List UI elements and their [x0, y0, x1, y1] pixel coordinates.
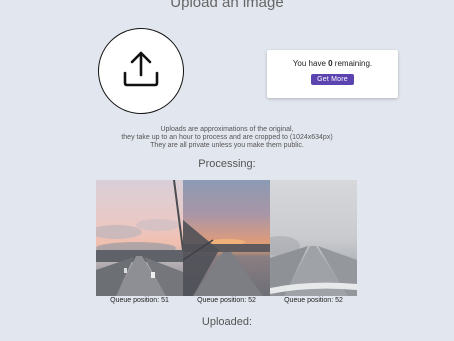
info-line-1: Uploads are approximations of the origin…	[160, 126, 294, 133]
upload-button[interactable]	[98, 28, 184, 114]
queue-position-label: Queue position: 52	[197, 297, 256, 304]
quota-text: You have 0 remaining.	[267, 59, 398, 68]
page-title: Upload an image	[170, 0, 284, 11]
upload-info: Uploads are approximations of the origin…	[0, 126, 454, 150]
processing-thumbnail[interactable]	[270, 180, 357, 296]
quota-suffix: remaining.	[332, 59, 373, 68]
info-line-2: they take up to an hour to process and a…	[121, 134, 333, 141]
processing-gallery	[96, 180, 358, 296]
queue-position-label: Queue position: 51	[110, 297, 169, 304]
processing-thumbnail[interactable]	[183, 180, 270, 296]
quota-card: You have 0 remaining. Get More	[267, 50, 398, 98]
processing-heading: Processing:	[198, 158, 256, 170]
uploaded-heading: Uploaded:	[201, 316, 253, 328]
info-line-3: They are all private unless you make the…	[150, 142, 304, 149]
processing-thumbnail[interactable]	[96, 180, 183, 296]
queue-position-label: Queue position: 52	[284, 297, 343, 304]
get-more-button[interactable]: Get More	[311, 74, 354, 85]
upload-icon	[119, 47, 163, 96]
quota-prefix: You have	[292, 59, 329, 68]
